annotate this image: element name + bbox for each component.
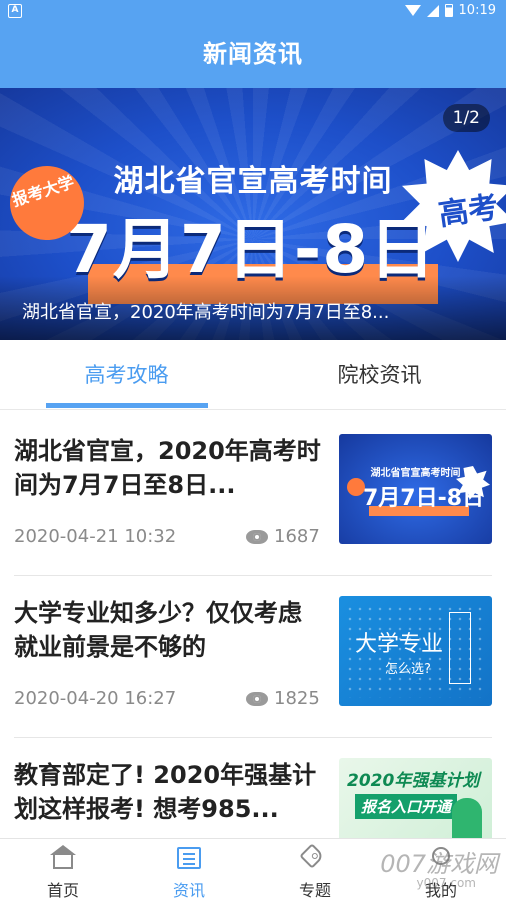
thumb-stamp	[347, 478, 365, 496]
news-views: 1825	[246, 688, 320, 709]
signal-icon	[426, 4, 439, 17]
news-views: 1687	[246, 526, 320, 547]
status-time: 10:19	[458, 3, 496, 18]
battery-icon	[444, 4, 453, 17]
banner-caption-text: 湖北省官宣，2020年高考时间为7月7日至8...	[22, 302, 390, 323]
wifi-icon	[404, 5, 421, 16]
news-date: 2020-04-20 16:27	[14, 688, 177, 709]
news-item[interactable]: 湖北省官宣，2020年高考时间为7月7日至8日... 2020-04-21 10…	[14, 414, 492, 576]
nav-news[interactable]: 资讯	[126, 839, 252, 900]
thumb-line-1: 2020年强基计划	[347, 771, 480, 791]
banner-caption: 湖北省官宣，2020年高考时间为7月7日至8...	[0, 276, 506, 340]
page-title: 新闻资讯	[0, 24, 506, 88]
eye-icon	[246, 529, 268, 544]
news-thumbnail: 湖北省官宣高考时间 7月7日-8日	[339, 434, 492, 544]
thumb-sub-text: 怎么选?	[385, 662, 431, 677]
news-date: 2020-04-21 10:32	[14, 526, 177, 547]
category-tabs: 高考攻略 院校资讯	[0, 340, 506, 410]
news-title: 湖北省官宣，2020年高考时间为7月7日至8日...	[14, 437, 321, 499]
banner-burst-text: 高考	[436, 189, 501, 233]
home-icon	[50, 845, 76, 869]
news-view-count: 1687	[274, 526, 320, 547]
news-title: 大学专业知多少？仅仅考虑就业前景是不够的	[14, 599, 302, 661]
banner-carousel[interactable]: 湖北省官宣高考时间 7月7日-8日 报考大学 高考 1/2 湖北省官宣，2020…	[0, 88, 506, 340]
nav-topics[interactable]: 专题	[252, 839, 378, 900]
news-view-count: 1825	[274, 688, 320, 709]
news-item[interactable]: 大学专业知多少？仅仅考虑就业前景是不够的 2020-04-20 16:27 18…	[14, 576, 492, 738]
status-bar: A 10:19	[0, 0, 506, 24]
nav-news-label: 资讯	[172, 881, 205, 900]
tab-indicator	[46, 403, 208, 408]
carousel-counter: 1/2	[442, 104, 490, 132]
news-thumbnail: 大学专业 怎么选?	[339, 596, 492, 706]
thumb-main-text: 大学专业	[355, 632, 444, 657]
nav-topics-label: 专题	[298, 881, 331, 900]
news-icon	[177, 847, 201, 869]
thumb-line-2: 报名入口开通	[355, 794, 458, 819]
tab-college-news[interactable]: 院校资讯	[253, 340, 506, 410]
tag-icon	[299, 843, 325, 869]
nav-home-label: 首页	[46, 881, 79, 900]
eye-icon	[246, 691, 268, 706]
notification-icon: A	[8, 4, 22, 18]
nav-home[interactable]: 首页	[0, 839, 126, 900]
watermark: 007游戏网	[380, 850, 498, 878]
thumb-badge	[449, 612, 471, 684]
news-title: 教育部定了! 2020年强基计划这样报考! 想考985...	[14, 761, 317, 823]
watermark-sub: y007.com	[416, 876, 476, 890]
tab-gaokao-strategy[interactable]: 高考攻略	[0, 340, 253, 410]
status-icons: 10:19	[404, 3, 496, 18]
